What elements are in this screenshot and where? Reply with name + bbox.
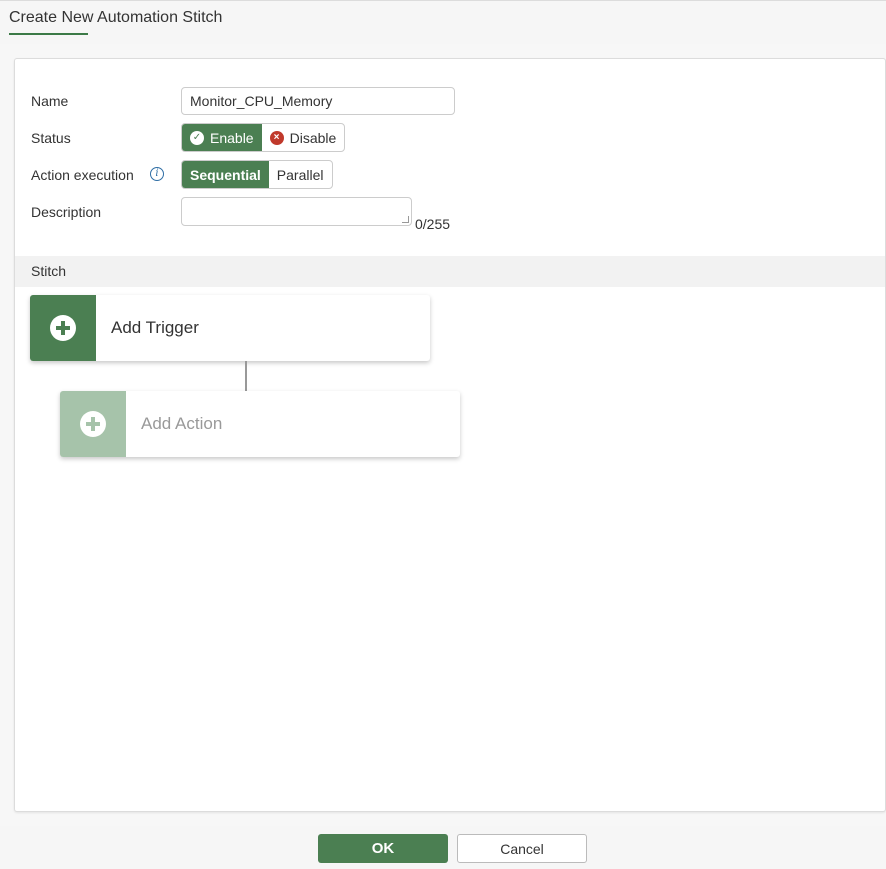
resize-grip-icon[interactable] bbox=[402, 216, 409, 223]
status-disable-label: Disable bbox=[289, 129, 337, 146]
add-trigger-icon-block bbox=[30, 295, 96, 361]
sequential-label: Sequential bbox=[190, 166, 261, 183]
add-action-icon-block bbox=[60, 391, 126, 457]
x-circle-icon: × bbox=[269, 130, 284, 145]
dialog-header: Create New Automation Stitch bbox=[0, 0, 886, 44]
dialog-title: Create New Automation Stitch bbox=[9, 9, 223, 26]
status-enable-label: Enable bbox=[210, 129, 254, 146]
add-action-label: Add Action bbox=[141, 414, 223, 433]
status-label: Status bbox=[31, 130, 71, 146]
plus-circle-icon bbox=[50, 315, 76, 341]
dialog-footer: OK Cancel bbox=[0, 826, 886, 869]
add-trigger-card[interactable]: Add Trigger bbox=[30, 295, 430, 361]
stitch-section-title: Stitch bbox=[31, 263, 67, 279]
name-input[interactable] bbox=[181, 87, 455, 115]
plus-circle-icon bbox=[80, 411, 106, 437]
sequential-button[interactable]: Sequential bbox=[182, 161, 269, 188]
cancel-button[interactable]: Cancel bbox=[457, 834, 587, 863]
status-enable-button[interactable]: ✓ Enable bbox=[182, 124, 262, 151]
add-action-card[interactable]: Add Action bbox=[60, 391, 460, 457]
action-execution-label: Action execution bbox=[31, 167, 134, 183]
parallel-label: Parallel bbox=[276, 166, 324, 183]
description-textarea[interactable] bbox=[181, 197, 412, 226]
stitch-connector bbox=[245, 361, 247, 391]
description-label: Description bbox=[31, 204, 102, 220]
parallel-button[interactable]: Parallel bbox=[269, 161, 332, 188]
name-label: Name bbox=[31, 93, 69, 109]
title-underline bbox=[9, 33, 88, 35]
add-trigger-label: Add Trigger bbox=[111, 318, 199, 337]
ok-button[interactable]: OK bbox=[318, 834, 448, 863]
status-toggle: ✓ Enable × Disable bbox=[181, 123, 346, 152]
status-disable-button[interactable]: × Disable bbox=[262, 124, 345, 151]
stitch-section-header: Stitch bbox=[15, 256, 885, 287]
check-circle-icon: ✓ bbox=[190, 130, 204, 145]
action-execution-toggle: Sequential Parallel bbox=[181, 160, 333, 189]
info-icon[interactable]: i bbox=[150, 167, 164, 181]
form-panel: Name Status ✓ Enable × Disable Action ex… bbox=[14, 58, 886, 812]
description-counter: 0/255 bbox=[415, 216, 451, 232]
